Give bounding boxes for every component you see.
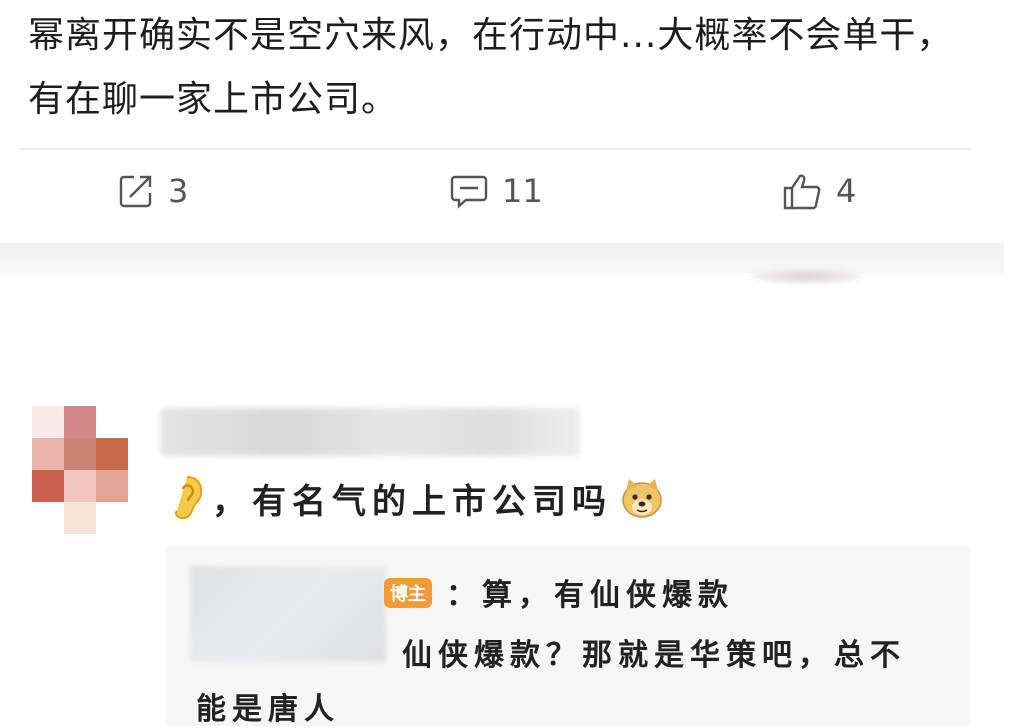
like-count: 4	[836, 172, 857, 210]
doge-emoji-icon	[622, 479, 662, 518]
username-blurred[interactable]	[160, 408, 580, 456]
action-bar: 3 11 4	[0, 160, 1024, 232]
comment-count: 11	[502, 172, 543, 210]
repost-count: 3	[168, 172, 189, 210]
watermark-blur	[752, 268, 862, 284]
reply-username-blurred[interactable]	[190, 566, 386, 662]
author-badge: 博主	[384, 578, 432, 608]
comment-line: ，有名气的上市公司吗	[170, 468, 664, 528]
repost-button[interactable]: 3	[118, 172, 188, 210]
reply-box[interactable]: 博主 ：算，有仙侠爆款 仙侠爆款？那就是华策吧，总不 能是唐人	[166, 546, 970, 727]
thumbs-up-icon	[783, 174, 821, 210]
ear-emoji-icon	[175, 476, 203, 520]
like-button[interactable]: 4	[782, 172, 856, 210]
avatar[interactable]	[32, 406, 128, 534]
reply-text-line1: ：算，有仙侠爆款	[446, 578, 734, 613]
comment-icon	[450, 175, 488, 209]
post-text: 幂离开确实不是空穴来风，在行动中...大概率不会单干，有在聊一家上市公司。	[28, 15, 954, 120]
divider	[20, 148, 970, 150]
reply-text-line2: 仙侠爆款？那就是华策吧，总不	[402, 638, 906, 673]
comment-text: ，有名气的上市公司吗	[212, 481, 612, 522]
comment-button[interactable]: 11	[450, 172, 543, 210]
reply-text-line3: 能是唐人	[196, 692, 340, 727]
share-icon	[119, 175, 152, 208]
